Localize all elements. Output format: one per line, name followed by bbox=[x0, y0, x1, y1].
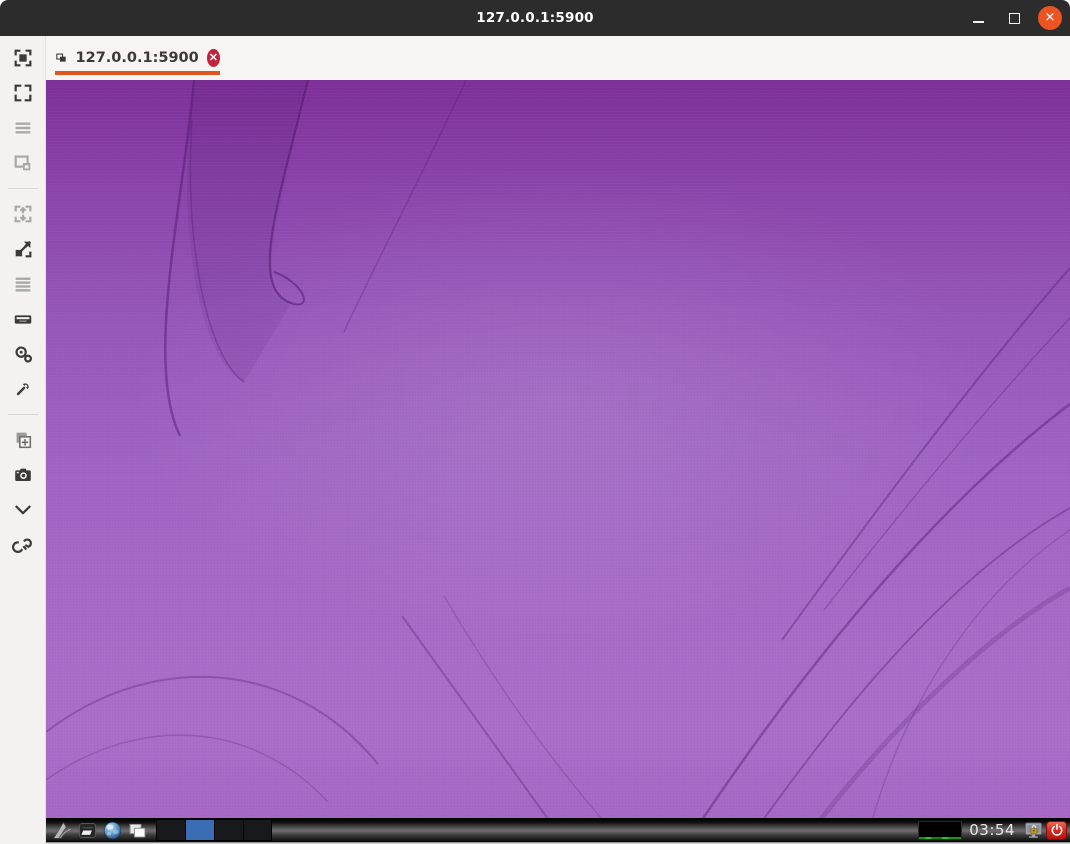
screens-icon bbox=[55, 50, 68, 67]
maximize-button[interactable] bbox=[1002, 6, 1026, 30]
new-window-icon bbox=[12, 429, 34, 451]
toolbar-separator bbox=[8, 188, 38, 189]
wrench-icon bbox=[12, 378, 34, 400]
pager-desktop-1[interactable] bbox=[156, 819, 185, 841]
fullscreen-icon bbox=[12, 82, 34, 104]
cpu-monitor[interactable] bbox=[918, 821, 962, 840]
lxde-logo-icon bbox=[52, 820, 73, 841]
tools-button[interactable] bbox=[8, 375, 38, 403]
taskbar-clock[interactable]: 03:54 bbox=[969, 821, 1015, 839]
maximize-icon bbox=[1009, 13, 1020, 24]
cpu-trace bbox=[919, 837, 961, 839]
minimize-button[interactable] bbox=[966, 6, 990, 30]
tab-close-button[interactable]: ✕ bbox=[207, 49, 220, 67]
file-manager-icon bbox=[77, 820, 98, 841]
gears-icon bbox=[12, 343, 34, 365]
preferences-button[interactable] bbox=[8, 340, 38, 368]
titlebar: 127.0.0.1:5900 ✕ bbox=[0, 0, 1070, 36]
toolbar-separator bbox=[8, 414, 38, 415]
dynamic-resolution-button[interactable] bbox=[8, 200, 38, 228]
switch-tabs-button[interactable] bbox=[8, 114, 38, 142]
pager-desktop-4[interactable] bbox=[243, 819, 272, 841]
scaled-mode-icon bbox=[12, 238, 34, 260]
remmina-window: 127.0.0.1:5900 ✕ bbox=[0, 0, 1070, 844]
grab-keyboard-button[interactable] bbox=[8, 305, 38, 333]
keyboard-icon bbox=[12, 308, 34, 330]
active-tab-indicator bbox=[55, 71, 220, 75]
remmina-toolbar bbox=[0, 36, 46, 844]
lxde-menu-button[interactable] bbox=[50, 818, 75, 842]
globe-icon bbox=[102, 820, 123, 841]
screenlock-button[interactable] bbox=[1021, 818, 1046, 842]
fullscreen-button[interactable] bbox=[8, 79, 38, 107]
tab-strip: 127.0.0.1:5900 ✕ bbox=[46, 36, 1070, 80]
disconnect-button[interactable] bbox=[8, 531, 38, 559]
screenlock-icon bbox=[1023, 820, 1044, 841]
new-connection-button[interactable] bbox=[8, 426, 38, 454]
remote-desktop-view[interactable]: 03:54 bbox=[46, 80, 1070, 844]
fit-window-icon bbox=[12, 47, 34, 69]
close-icon: ✕ bbox=[1045, 11, 1056, 24]
quality-bars-icon bbox=[12, 273, 34, 295]
multi-window-button[interactable] bbox=[8, 149, 38, 177]
shutdown-button[interactable] bbox=[1046, 821, 1067, 840]
iconify-windows-button[interactable] bbox=[125, 818, 150, 842]
pager-desktop-2[interactable] bbox=[185, 819, 214, 841]
web-browser-launcher[interactable] bbox=[100, 818, 125, 842]
broken-link-icon bbox=[12, 534, 34, 556]
pager-desktop-3[interactable] bbox=[214, 819, 243, 841]
minimize-window-button[interactable] bbox=[8, 496, 38, 524]
window-controls: ✕ bbox=[966, 0, 1062, 36]
fit-window-button[interactable] bbox=[8, 44, 38, 72]
close-button[interactable]: ✕ bbox=[1038, 6, 1062, 30]
screenshot-button[interactable] bbox=[8, 461, 38, 489]
wallpaper-swirls bbox=[46, 80, 1070, 844]
tab-label: 127.0.0.1:5900 bbox=[76, 50, 199, 66]
scaled-mode-button[interactable] bbox=[8, 235, 38, 263]
window-title: 127.0.0.1:5900 bbox=[0, 10, 1070, 26]
power-icon bbox=[1050, 823, 1064, 837]
scale-quality-button[interactable] bbox=[8, 270, 38, 298]
minimize-icon bbox=[973, 21, 984, 23]
iconify-windows-icon bbox=[127, 820, 148, 841]
file-manager-launcher[interactable] bbox=[75, 818, 100, 842]
tab-close-icon: ✕ bbox=[209, 53, 218, 64]
workspace-pager bbox=[156, 819, 272, 841]
windows-icon bbox=[12, 152, 34, 174]
camera-icon bbox=[12, 464, 34, 486]
menu-bars-icon bbox=[12, 117, 34, 139]
chevron-down-icon bbox=[12, 499, 34, 521]
dynamic-resolution-icon bbox=[12, 203, 34, 225]
lxde-taskbar: 03:54 bbox=[46, 818, 1070, 844]
